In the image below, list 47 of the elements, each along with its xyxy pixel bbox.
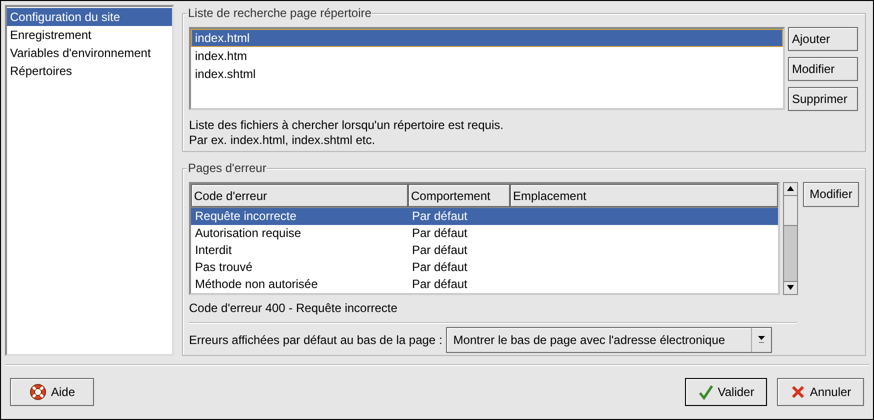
table-cell-text: Par défaut	[411, 258, 468, 276]
list-button[interactable]: Ajouter	[788, 27, 858, 51]
table-row[interactable]: Autorisation requise Par défaut	[191, 224, 778, 242]
help-button[interactable]: Aide	[10, 378, 94, 406]
up-arrow-icon	[787, 186, 794, 192]
table-row[interactable]: Requête incorrecte Par défaut	[191, 208, 778, 225]
table-row[interactable]: Interdit Par défaut	[191, 242, 778, 259]
table-cell-text: Par défaut	[411, 208, 468, 225]
footer-label: Erreurs affichées par défaut au bas de la page :	[189, 332, 442, 349]
table-row[interactable]: Méthode non autorisée Par défaut	[191, 276, 778, 293]
list-button[interactable]: Modifier	[788, 57, 858, 81]
column-header[interactable]: Code d'erreur	[191, 184, 408, 207]
cancel-button[interactable]: Annuler	[777, 378, 864, 406]
table-cell-text: Autorisation requise	[194, 224, 302, 242]
edit-button[interactable]: Modifier	[803, 182, 859, 207]
table-cell-text: Pas trouvé	[194, 258, 254, 276]
dropdown-arrow-icon	[758, 336, 766, 344]
group-title: Liste de recherche page répertoire	[187, 6, 372, 20]
ok-button[interactable]: Valider	[685, 378, 767, 406]
table-cell-text: Par défaut	[411, 242, 468, 259]
description-text: Liste des fichiers à chercher lorsqu'un répertoire est requis.	[189, 118, 504, 133]
group-title: Pages d'erreur	[187, 160, 268, 175]
column-header[interactable]: Emplacement	[510, 184, 778, 207]
description-text: Par ex. index.html, index.shtml etc.	[189, 133, 376, 148]
checkmark-icon	[698, 384, 714, 400]
down-arrow-icon	[787, 285, 794, 290]
sidebar-item[interactable]: Répertoires	[7, 62, 172, 80]
table-cell-text: Méthode non autorisée	[194, 276, 319, 293]
list-item[interactable]: index.htm	[191, 47, 783, 65]
sidebar-item[interactable]: Variables d'environnement	[7, 44, 172, 62]
list-item[interactable]: index.html	[191, 29, 783, 47]
table-row[interactable]: Pas trouvé Par défaut	[191, 258, 778, 276]
list-button[interactable]: Supprimer	[788, 87, 858, 111]
table-cell-text: Par défaut	[411, 276, 468, 293]
table-cell-text: Par défaut	[411, 224, 468, 242]
sidebar-item[interactable]: Configuration du site	[7, 8, 172, 26]
scrollbar-thumb[interactable]	[784, 196, 797, 226]
status-text: Code d'erreur 400 - Requête incorrecte	[189, 300, 398, 316]
close-icon	[790, 384, 806, 400]
lifebuoy-icon	[28, 383, 47, 401]
footer-dropdown[interactable]: Montrer le bas de page avec l'adresse électronique	[446, 326, 772, 353]
table-cell-text: Interdit	[194, 242, 233, 259]
sidebar-item[interactable]: Enregistrement	[7, 26, 172, 44]
column-header[interactable]: Comportement	[408, 184, 510, 207]
table-cell-text: Requête incorrecte	[194, 208, 298, 225]
list-item[interactable]: index.shtml	[191, 65, 783, 83]
scrollbar[interactable]	[783, 182, 798, 295]
